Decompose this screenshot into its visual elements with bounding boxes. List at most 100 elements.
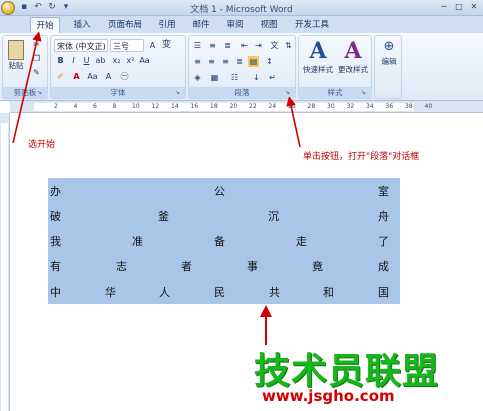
change-case-icon[interactable]: Aa	[87, 71, 98, 82]
numbering-icon[interactable]: ≡	[207, 40, 218, 51]
subscript-icon[interactable]: x₂	[111, 55, 122, 66]
decrease-indent-icon[interactable]: ⇤	[239, 40, 250, 51]
font-launcher-icon[interactable]: ↘	[175, 89, 183, 97]
tab-view[interactable]: 视图	[256, 17, 282, 33]
ribbon-tabs: 开始 插入 页面布局 引用 邮件 审阅 视图 开发工具	[0, 16, 483, 33]
cut-icon[interactable]: ✂	[31, 39, 42, 50]
ribbon: 粘贴 ✂ ❐ ✎ 剪贴板 ↘ 宋体 (中文正) 三号 A 变 B I U ab …	[0, 33, 483, 101]
paragraph-launcher-icon[interactable]: ↘	[285, 89, 293, 97]
font-group: 宋体 (中文正) 三号 A 变 B I U ab x₂ x² Aa ✐ A Aa…	[50, 35, 186, 99]
table-cell: 我	[50, 235, 61, 248]
table-cell: 准	[132, 235, 143, 248]
window-title: 文档 1 - Microsoft Word	[190, 5, 293, 15]
table-cell: 中	[50, 286, 61, 299]
copy-icon[interactable]: ❐	[31, 53, 42, 64]
table-cell: 事	[247, 260, 258, 273]
table-cell: 竟	[312, 260, 323, 273]
vertical-ruler-active-area	[1, 123, 8, 411]
table-cell: 舟	[378, 210, 389, 223]
table-row: 办 公 室	[48, 180, 400, 202]
ruler-tick-label: 32	[346, 103, 355, 110]
highlight-icon[interactable]: ✐	[55, 71, 66, 82]
paste-button[interactable]: 粘贴	[5, 38, 27, 78]
superscript-icon[interactable]: x²	[125, 55, 136, 66]
styles-group: A 快速样式 A 更改样式 样式 ↘	[298, 35, 372, 99]
asian-layout-icon[interactable]: ☷	[229, 72, 240, 83]
window-controls: ─ □ ✕	[437, 1, 481, 13]
clear-format-icon[interactable]: Aa	[139, 55, 150, 66]
font-size-select[interactable]: 三号	[110, 39, 144, 52]
minimize-icon[interactable]: ─	[437, 1, 451, 13]
character-shading-icon[interactable]: A	[103, 71, 114, 82]
tab-insert[interactable]: 插入	[68, 17, 96, 33]
chinese-layout-icon[interactable]: 文	[269, 40, 280, 51]
watermark-url: www.jsgho.com	[262, 387, 395, 405]
vertical-ruler[interactable]	[0, 113, 10, 411]
underline-icon[interactable]: U	[81, 55, 92, 66]
justify-icon[interactable]: ≣	[234, 56, 245, 67]
grow-font-icon[interactable]: A	[147, 40, 158, 51]
ruler-active-area	[34, 103, 414, 111]
styles-launcher-icon[interactable]: ↘	[361, 89, 369, 97]
tab-page-layout[interactable]: 页面布局	[103, 17, 147, 33]
tab-mailings[interactable]: 邮件	[188, 17, 214, 33]
table-cell: 公	[214, 185, 225, 198]
bold-icon[interactable]: B	[55, 55, 66, 66]
multilevel-list-icon[interactable]: ≣	[222, 40, 233, 51]
ruler-tick-label: 24	[268, 103, 277, 110]
paste-label: 粘贴	[8, 61, 24, 70]
table-cell: 国	[378, 286, 389, 299]
italic-icon[interactable]: I	[68, 55, 79, 66]
ruler-tick-label: 18	[210, 103, 218, 110]
ruler-tick-label: 36	[385, 103, 394, 110]
distributed-icon[interactable]: ▤	[248, 56, 259, 67]
table-cell: 人	[159, 286, 170, 299]
maximize-icon[interactable]: □	[452, 1, 466, 13]
horizontal-ruler[interactable]: 2 4 6 8 10 12 14 16 18 20 22 24 26 28 30 32 34 36 38 40	[10, 101, 483, 113]
table-cell: 和	[323, 286, 334, 299]
tab-home[interactable]: 开始	[30, 17, 60, 33]
phonetic-guide-icon[interactable]: 变	[161, 40, 172, 51]
ruler-tick-label: 2	[54, 103, 58, 110]
ruler-tick-label: 20	[229, 103, 238, 110]
align-center-icon[interactable]: ≡	[206, 56, 217, 67]
editing-button[interactable]: ⊕ 编辑	[376, 40, 402, 80]
ruler-tick-label: 28	[307, 103, 316, 110]
annotation-click-button: 单击按钮，打开"段落"对话框	[303, 152, 420, 162]
tab-review[interactable]: 审阅	[222, 17, 248, 33]
borders-icon[interactable]: ▦	[209, 72, 220, 83]
show-marks-icon[interactable]: ↵	[267, 72, 278, 83]
sort-icon[interactable]: ⇅	[283, 40, 294, 51]
tab-developer[interactable]: 开发工具	[292, 17, 332, 33]
close-icon[interactable]: ✕	[467, 1, 481, 13]
selected-table[interactable]: 办 公 室 破 釜 沉 舟 我 准 备 走 了 有 志 者 事 竟 成 中 华 …	[48, 178, 400, 304]
ruler-tick-label: 34	[366, 103, 374, 110]
ruler-tick-label: 6	[93, 103, 97, 110]
ruler-tick-label: 22	[249, 103, 257, 110]
table-cell: 备	[214, 235, 225, 248]
tab-references[interactable]: 引用	[154, 17, 180, 33]
change-styles-icon: A	[344, 38, 362, 64]
clipboard-launcher-icon[interactable]: ↘	[37, 89, 45, 97]
strikethrough-icon[interactable]: ab	[95, 55, 106, 66]
format-painter-icon[interactable]: ✎	[31, 67, 42, 78]
line-spacing-icon[interactable]: ↕	[264, 56, 275, 67]
ruler-tick-label: 8	[112, 103, 117, 110]
increase-indent-icon[interactable]: ⇥	[253, 40, 264, 51]
font-color-icon[interactable]: A	[71, 71, 82, 82]
align-left-icon[interactable]: ≡	[192, 56, 203, 67]
font-name-select[interactable]: 宋体 (中文正)	[54, 39, 108, 52]
ruler-tick-label: 30	[327, 103, 335, 110]
quick-styles-icon: A	[309, 38, 327, 64]
shading-icon[interactable]: ◈	[192, 72, 203, 83]
clipboard-icon	[8, 40, 24, 60]
quick-styles-button[interactable]: A 快速样式	[301, 38, 335, 86]
bullets-icon[interactable]: ☰	[192, 40, 203, 51]
ruler-tick-label: 40	[424, 103, 433, 110]
quick-styles-label: 快速样式	[303, 65, 333, 74]
table-cell: 民	[214, 286, 225, 299]
align-right-icon[interactable]: ≡	[220, 56, 231, 67]
change-styles-button[interactable]: A 更改样式	[336, 38, 370, 86]
sort-ascending-icon[interactable]: ↓	[251, 72, 262, 83]
enclose-character-icon[interactable]: ㊀	[119, 71, 130, 82]
